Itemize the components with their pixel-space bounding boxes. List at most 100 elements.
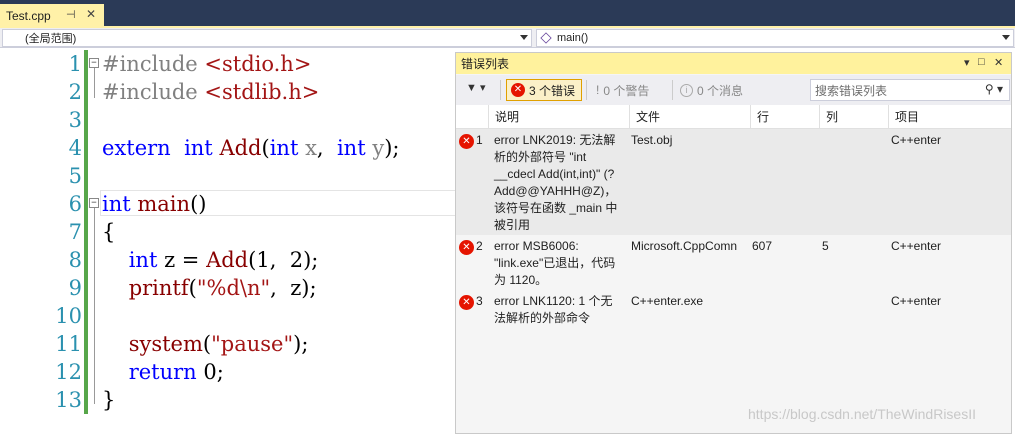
code-line[interactable]: printf("%d\n", z); <box>102 274 399 302</box>
error-column: 5 <box>822 239 829 253</box>
collapse-toggle-main[interactable]: − <box>89 198 99 208</box>
column-header-project[interactable]: 项目 <box>888 105 1011 129</box>
code-line[interactable] <box>102 106 399 134</box>
chevron-down-icon <box>1002 35 1010 40</box>
errors-filter-button[interactable]: ✕ 3 个错误 <box>506 79 582 101</box>
code-token: <stdio.h> <box>204 52 312 76</box>
code-token: "%d\n" <box>196 276 271 300</box>
error-number: 1 <box>476 133 483 147</box>
toolbar-separator <box>586 80 587 100</box>
code-token: "pause" <box>211 332 294 356</box>
error-description: error MSB6006: "link.exe"已退出，代码为 1120。 <box>494 238 629 289</box>
code-line[interactable]: system("pause"); <box>102 330 399 358</box>
error-row[interactable]: ✕ 1 error LNK2019: 无法解 析的外部符号 "int __cdecl A… <box>456 129 1011 235</box>
error-file: Test.obj <box>631 133 673 147</box>
error-list-header: 说明 文件 行 列 项目 <box>456 105 1011 129</box>
code-editor[interactable]: 1 2 3 4 5 6 7 8 9 10 11 12 13 − − #include <stdio.h>… <box>0 48 456 434</box>
function-cube-icon <box>540 32 552 44</box>
code-token: #include <box>102 52 205 76</box>
error-number: 3 <box>476 294 483 308</box>
error-description-line: error LNK1120: 1 个无 <box>494 294 613 308</box>
tab-title: Test.cpp <box>6 9 51 23</box>
scope-dropdown[interactable]: (全局范围) <box>2 29 532 47</box>
change-tracking-bar <box>84 50 88 414</box>
maximize-icon[interactable]: □ <box>978 56 985 68</box>
warnings-filter-button[interactable]: ! 0 个警告 <box>596 79 649 101</box>
code-line[interactable]: #include <stdlib.h> <box>102 78 399 106</box>
warnings-count-label: 0 个警告 <box>603 83 650 98</box>
errors-count-label: 3 个错误 <box>529 83 576 98</box>
column-header-file[interactable]: 文件 <box>629 105 750 129</box>
error-list-panel: 错误列表 ▾ □ ✕ ▼ ▾ ✕ 3 个错误 ! 0 个警告 i 0 个消息 搜… <box>455 52 1012 434</box>
column-header-line[interactable]: 行 <box>750 105 819 129</box>
function-dropdown[interactable]: main() <box>536 29 1014 47</box>
code-token: int <box>102 192 131 216</box>
code-token: system <box>128 332 203 356</box>
error-number: 2 <box>476 239 483 253</box>
code-token: int <box>184 136 213 160</box>
function-value: main() <box>557 32 589 44</box>
messages-filter-button[interactable]: i 0 个消息 <box>680 79 743 101</box>
warning-icon: ! <box>596 83 600 97</box>
error-description-line: "link.exe"已退出，代码 <box>494 256 616 270</box>
code-token: int <box>269 136 299 160</box>
code-token: int <box>128 248 158 272</box>
code-line[interactable]: } <box>102 386 399 414</box>
code-token: z = <box>157 248 207 272</box>
toolbar-separator <box>672 80 673 100</box>
error-row[interactable]: ✕ 3 error LNK1120: 1 个无 法解析的外部命令 C++enter.ex… <box>456 290 1011 330</box>
line-number: 1 <box>68 52 82 76</box>
line-number: 12 <box>55 360 82 384</box>
code-line[interactable]: extern int Add(int x, int y); <box>102 134 399 162</box>
line-number: 11 <box>55 332 82 356</box>
error-project: C++enter <box>891 133 942 147</box>
error-description-line: __cdecl Add(int,int)" (? <box>494 167 615 181</box>
code-line[interactable] <box>102 162 399 190</box>
code-token: 0; <box>196 360 224 384</box>
outline-line <box>94 208 95 404</box>
code-token: x <box>305 136 317 160</box>
error-row[interactable]: ✕ 2 error MSB6006: "link.exe"已退出，代码为 1120。 M… <box>456 235 1011 290</box>
code-token: (1, 2); <box>248 248 319 272</box>
code-line[interactable]: #include <stdio.h> <box>102 50 399 78</box>
column-header-description[interactable]: 说明 <box>488 105 629 129</box>
filter-icon[interactable]: ▼ ▾ <box>466 81 496 99</box>
search-placeholder: 搜索错误列表 <box>815 83 888 98</box>
code-token: int <box>336 136 366 160</box>
code-line[interactable]: int main() <box>102 190 399 218</box>
code-line[interactable]: return 0; <box>102 358 399 386</box>
line-number: 9 <box>68 276 82 300</box>
code-line[interactable] <box>102 302 399 330</box>
code-line[interactable]: int z = Add(1, 2); <box>102 246 399 274</box>
code-token: ( <box>202 332 212 356</box>
code-token: , <box>316 136 337 160</box>
tab-test-cpp[interactable]: Test.cpp ⊣ ✕ <box>0 4 104 28</box>
close-icon[interactable]: ✕ <box>994 56 1003 69</box>
error-description: error LNK1120: 1 个无 法解析的外部命令 <box>494 293 629 327</box>
error-description-line: 该符号在函数 _main 中 <box>494 201 618 215</box>
dropdown-icon[interactable]: ▾ <box>964 56 970 69</box>
error-list-titlebar[interactable]: 错误列表 ▾ □ ✕ <box>456 53 1011 74</box>
code-token: return <box>128 360 197 384</box>
column-header-column[interactable]: 列 <box>819 105 888 129</box>
code-line[interactable]: { <box>102 218 399 246</box>
code-token: y <box>372 136 385 160</box>
error-icon: ✕ <box>459 240 474 255</box>
code-token: ); <box>293 332 309 356</box>
error-description-line: error MSB6006: <box>494 239 579 253</box>
code-text[interactable]: #include <stdio.h> #include <stdlib.h> ex… <box>102 50 399 414</box>
panel-title: 错误列表 <box>461 57 510 71</box>
search-icon[interactable]: ⚲ ▾ <box>985 82 1003 96</box>
close-icon[interactable]: ✕ <box>86 7 96 21</box>
code-token: ); <box>384 136 400 160</box>
error-icon: ✕ <box>511 83 525 97</box>
collapse-toggle-include[interactable]: − <box>89 58 99 68</box>
pin-icon[interactable]: ⊣ <box>66 8 76 21</box>
error-description-line: 为 1120。 <box>494 273 548 287</box>
search-error-list-input[interactable]: 搜索错误列表 ⚲ ▾ <box>810 79 1010 101</box>
error-description-line: 析的外部符号 "int <box>494 150 587 164</box>
line-number: 8 <box>68 248 82 272</box>
